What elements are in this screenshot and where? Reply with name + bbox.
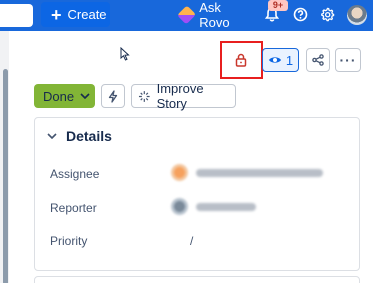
ask-rovo-label: Ask Rovo xyxy=(199,0,230,30)
restrict-access-button[interactable] xyxy=(229,48,252,72)
next-panel xyxy=(34,276,360,283)
left-scroll-rail xyxy=(0,31,9,283)
rovo-logo-icon xyxy=(176,4,197,25)
watch-button[interactable]: 1 xyxy=(262,48,299,72)
reporter-field[interactable] xyxy=(171,198,256,215)
priority-label: Priority xyxy=(50,234,88,248)
share-button[interactable] xyxy=(306,48,330,72)
lightning-bolt-icon xyxy=(108,89,118,103)
help-icon[interactable] xyxy=(292,6,308,22)
chevron-down-icon xyxy=(80,93,90,99)
assignee-name-redacted xyxy=(196,168,323,177)
more-dots-icon: ··· xyxy=(339,52,357,68)
reporter-avatar xyxy=(171,198,188,215)
assignee-avatar xyxy=(171,164,188,181)
lock-icon xyxy=(235,53,246,67)
mouse-cursor-icon xyxy=(120,46,130,66)
create-label: Create xyxy=(67,7,107,22)
plus-icon: + xyxy=(51,4,62,25)
details-title: Details xyxy=(66,128,112,144)
scrollbar-thumb[interactable] xyxy=(3,69,8,283)
share-icon xyxy=(312,54,324,66)
settings-gear-icon[interactable] xyxy=(319,6,335,22)
sparkle-icon xyxy=(138,90,150,102)
assignee-label: Assignee xyxy=(50,167,100,181)
eye-icon xyxy=(268,57,281,63)
reporter-label: Reporter xyxy=(50,201,97,215)
search-input[interactable] xyxy=(0,4,33,27)
improve-story-label: Improve Story xyxy=(156,81,204,111)
automation-button[interactable] xyxy=(101,84,125,108)
details-panel: Details Assignee Reporter Priority / xyxy=(34,117,360,271)
create-button[interactable]: + Create xyxy=(41,2,110,27)
ask-rovo-button[interactable]: Ask Rovo xyxy=(174,0,252,30)
top-navigation-bar: + Create Ask Rovo 9+ xyxy=(0,0,373,31)
improve-story-button[interactable]: Improve Story xyxy=(131,81,236,111)
assignee-field[interactable] xyxy=(171,164,323,181)
status-dropdown[interactable]: Done xyxy=(34,84,95,108)
status-label: Done xyxy=(43,88,75,104)
chevron-down-icon xyxy=(47,133,57,139)
reporter-name-redacted xyxy=(196,202,256,211)
watch-count: 1 xyxy=(285,52,294,68)
user-avatar[interactable] xyxy=(347,5,367,25)
more-actions-button[interactable]: ··· xyxy=(335,48,361,72)
details-toggle[interactable]: Details xyxy=(47,128,112,144)
priority-value[interactable]: / xyxy=(190,234,193,248)
notifications-badge: 9+ xyxy=(268,0,288,11)
